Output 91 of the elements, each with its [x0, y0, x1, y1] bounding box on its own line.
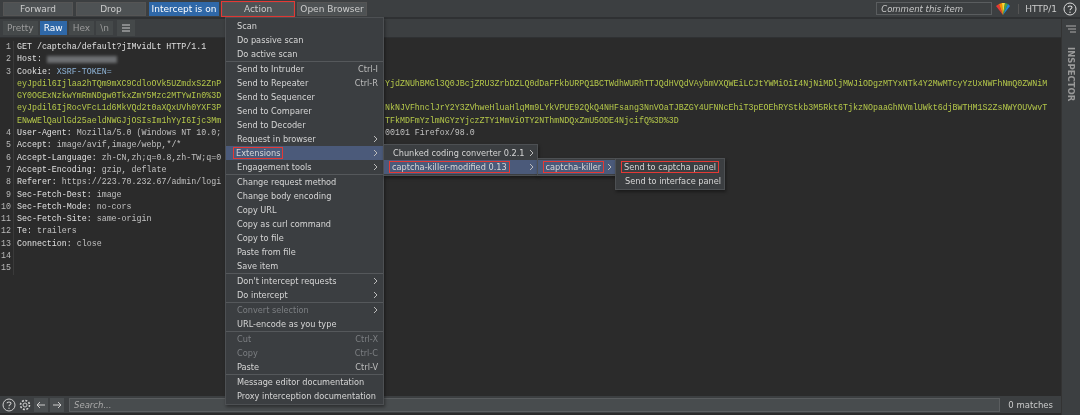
menu-item[interactable]: Send to Decoder — [226, 118, 383, 132]
header-value: XSRF-TOKEN= — [56, 65, 112, 78]
header-name: Sec-Fetch-Mode: — [17, 200, 92, 213]
menu-item[interactable]: captcha-killer-modified 0.13 — [384, 160, 537, 174]
line-number: 11 — [0, 213, 14, 226]
code-text: YjdZNUhBMGl3Q0JBcjZRU3ZrbDZLQ0dDaFFkbURPQ1BCTWdhWURhTTJQdHVQdVAybmVXQWEiLCJtYWMiOiI4NjNiMDljMWJiODgzMTYxNTk4Y2MwMTcyYzUxNWFhNmQ0ZWNiM — [385, 78, 1048, 88]
menu-icon[interactable] — [116, 20, 135, 36]
menu-item[interactable]: Copy as curl command — [226, 217, 383, 231]
header-name: User-Agent: — [17, 127, 72, 140]
toolbar-button[interactable]: Intercept is on — [149, 1, 219, 16]
menu-item[interactable]: Send to Sequencer — [226, 90, 383, 104]
code-text: TFkMDFmYzlmNGYzYjczZTY1MmViOTY2NThmNDQxZmU5ODE4NjcifQ%3D%3D — [385, 115, 679, 125]
menu-item[interactable]: Copy URL — [226, 203, 383, 217]
header-value: gzip, deflate — [101, 163, 167, 176]
header-name: Accept-Encoding: — [17, 163, 97, 176]
menu-item[interactable]: Send to interface panel — [616, 174, 724, 188]
line-number: 2 — [0, 53, 14, 66]
menu-item[interactable]: Extensions — [226, 146, 383, 160]
menu-item[interactable]: Change body encoding — [226, 189, 383, 203]
menu-item[interactable]: Do passive scan — [226, 33, 383, 47]
line-number: 13 — [0, 237, 14, 251]
logo-icon — [995, 2, 1012, 15]
match-count: 0 matches — [1007, 399, 1054, 410]
line-number: 4 — [0, 127, 14, 140]
menu-item[interactable]: Don't intercept requests — [226, 274, 383, 288]
line-number: 5 — [0, 139, 14, 152]
menu-item[interactable]: Send to Intruder Ctrl-I — [226, 62, 383, 76]
line-number: 3 — [0, 65, 14, 78]
menu-item[interactable]: Do intercept — [226, 288, 383, 302]
header-value: Mozilla/5.0 (Windows NT 10.0; — [76, 127, 222, 140]
protocol-label: HTTP/1 — [1018, 3, 1060, 14]
cookie-value: eyJpdil6Ijlaa2hTQm9mXC9CdloOVk5UZmdxS2ZnP — [17, 77, 222, 90]
toolbar-button[interactable]: Forward — [3, 1, 73, 16]
header-name: Accept-Language: — [17, 151, 97, 164]
menu-item[interactable]: Save item — [226, 259, 383, 273]
header-value: https://223.70.232.67/admin/logi — [61, 176, 222, 189]
menu-item[interactable]: Message editor documentation — [226, 375, 383, 389]
line-number: 14 — [0, 250, 14, 263]
cookie-value: eyJpdil6IjRocVFcL1d6MkVQd2t0aXQxUVh0YXF3P — [17, 102, 222, 115]
line-number: 7 — [0, 163, 14, 177]
header-value: same-origin — [96, 213, 152, 226]
menu-item[interactable]: Paste Ctrl-V — [226, 360, 383, 374]
cookie-value: GY0OGExNzkwYmRmNDgw0TkxZmY5Mzc2MTYwIn0%3D — [17, 90, 222, 103]
settings-icon[interactable] — [18, 397, 32, 412]
menu-item[interactable]: Send to Comparer — [226, 104, 383, 118]
cookie-value: ENwWElQaUlGd25aeldNWGJjOSIsIm1hYyI6Ijc3Mm — [17, 114, 222, 127]
code-text: NkNJVFhnclJrY2Y3ZVhweHluaHlqMm9LYkVPUE92QkQ4NHFsang3NnVOaTJBZGY4UFNNcEhiT3pEOEhRYStkb3M5Rkt6TjkzNOpaaGhNVmlUWkt6djBWTHM1S2ZsNWYOUVwvT — [385, 103, 1048, 113]
header-name: Sec-Fetch-Site: — [17, 213, 92, 226]
line-number: 12 — [0, 225, 14, 238]
line-number: 15 — [0, 262, 14, 275]
header-name: Connection: — [17, 237, 72, 250]
comment-field[interactable]: Comment this item — [876, 2, 993, 15]
menu-item[interactable]: Engagement tools — [226, 160, 383, 174]
line-number: 9 — [0, 188, 14, 201]
header-value: trailers — [36, 225, 77, 238]
help-icon[interactable] — [1063, 1, 1077, 16]
menu-item[interactable]: Paste from file — [226, 245, 383, 259]
code-text: 00101 Firefox/98.0 — [385, 128, 475, 138]
header-value: image — [96, 188, 122, 201]
menu-item[interactable]: Do active scan — [226, 47, 383, 61]
view-tab[interactable]: Raw — [39, 21, 67, 35]
header-name: Te: — [17, 225, 32, 238]
code-text: GET /captcha/default?jIMvidLt HTTP/1.1 — [17, 41, 207, 53]
menu-item[interactable]: Chunked coding converter 0.2.1 — [384, 146, 537, 160]
line-number: 1 — [0, 41, 14, 54]
header-value: no-cors — [96, 200, 132, 213]
menu-item[interactable]: URL-encode as you type — [226, 317, 383, 331]
menu-item[interactable]: Request in browser — [226, 132, 383, 146]
chevron-icon — [607, 163, 613, 171]
header-value: zh-CN,zh;q=0.8,zh-TW;q=0 — [101, 151, 222, 164]
header-name: Referer: — [17, 176, 57, 189]
toolbar-button[interactable]: Open Browser — [297, 1, 367, 16]
menu-item[interactable]: captcha-killer — [537, 160, 616, 174]
line-number: 8 — [0, 176, 14, 189]
header-name: Host: — [17, 53, 42, 66]
menu-item[interactable]: Scan — [226, 19, 383, 33]
header-value: close — [76, 237, 102, 250]
menu-item[interactable]: Send to captcha panel — [616, 160, 724, 174]
line-number: 10 — [0, 200, 14, 214]
menu-item[interactable]: Copy to file — [226, 231, 383, 245]
header-name: Sec-Fetch-Dest: — [17, 188, 92, 201]
menu-item[interactable]: Change request method — [226, 175, 383, 189]
menu-item[interactable]: Send to Repeater Ctrl-R — [226, 76, 383, 90]
toolbar-button[interactable]: Drop — [76, 1, 146, 16]
line-number: 6 — [0, 151, 14, 164]
inspector-tab[interactable]: INSPECTOR — [1066, 47, 1076, 102]
toolbar-button[interactable]: Action — [222, 1, 294, 16]
help-icon[interactable] — [2, 397, 16, 412]
header-name: Accept: — [17, 139, 52, 152]
header-name: Cookie: — [17, 65, 52, 78]
header-value: image/avif,image/webp,*/* — [56, 139, 182, 152]
